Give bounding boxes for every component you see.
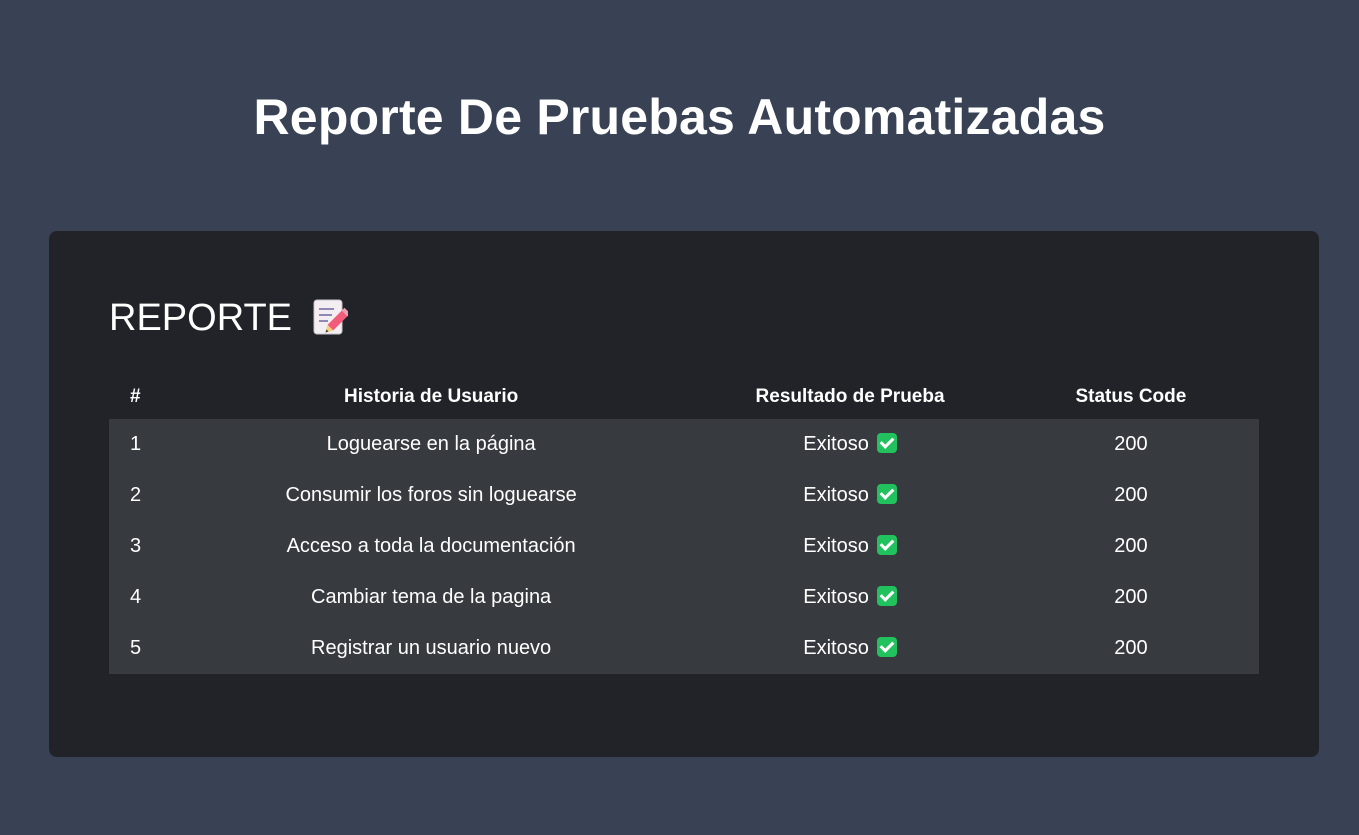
status-code: 200 [1002,572,1259,623]
table-row: 4 Cambiar tema de la pagina Exitoso 200 [109,572,1259,623]
column-header-story: Historia de Usuario [344,385,519,407]
user-story: Acceso a toda la documentación [164,521,698,572]
report-heading-label: REPORTE [109,297,293,339]
column-header-status: Status Code [1075,385,1187,407]
row-number: 2 [109,470,165,521]
row-number: 1 [109,419,165,470]
test-result-label: Exitoso [803,586,869,608]
table-row: 5 Registrar un usuario nuevo Exitoso 200 [109,623,1259,674]
test-result: Exitoso [697,623,1003,674]
page-title: Reporte De Pruebas Automatizadas [253,88,1106,145]
check-mark-icon [876,637,897,657]
test-result: Exitoso [697,419,1003,470]
check-mark-icon [876,586,897,606]
column-header-number: # [130,385,141,407]
status-code: 200 [1002,470,1259,521]
table-header-row: # Historia de Usuario Resultado de Prueb… [109,374,1259,419]
user-story: Cambiar tema de la pagina [164,572,698,623]
test-result: Exitoso [697,572,1003,623]
test-result: Exitoso [697,470,1003,521]
check-mark-icon [876,433,897,453]
report-heading: REPORTE [109,295,351,341]
report-table: # Historia de Usuario Resultado de Prueb… [109,374,1259,674]
status-code: 200 [1002,419,1259,470]
table-row: 1 Loguearse en la página Exitoso 200 [109,419,1259,470]
test-result: Exitoso [697,521,1003,572]
status-code: 200 [1002,521,1259,572]
user-story: Loguearse en la página [164,419,698,470]
table-row: 3 Acceso a toda la documentación Exitoso… [109,521,1259,572]
memo-pencil-icon [312,298,351,338]
user-story: Registrar un usuario nuevo [164,623,698,674]
row-number: 3 [109,521,165,572]
test-result-label: Exitoso [803,433,869,455]
report-card: REPORTE # Historia de Usuario Resultado … [49,231,1319,757]
check-mark-icon [876,484,897,504]
check-mark-icon [876,535,897,555]
test-result-label: Exitoso [803,535,869,557]
row-number: 4 [109,572,165,623]
test-result-label: Exitoso [803,484,869,506]
status-code: 200 [1002,623,1259,674]
row-number: 5 [109,623,165,674]
user-story: Consumir los foros sin loguearse [164,470,698,521]
test-result-label: Exitoso [803,637,869,659]
table-row: 2 Consumir los foros sin loguearse Exito… [109,470,1259,521]
column-header-result: Resultado de Prueba [755,385,945,407]
